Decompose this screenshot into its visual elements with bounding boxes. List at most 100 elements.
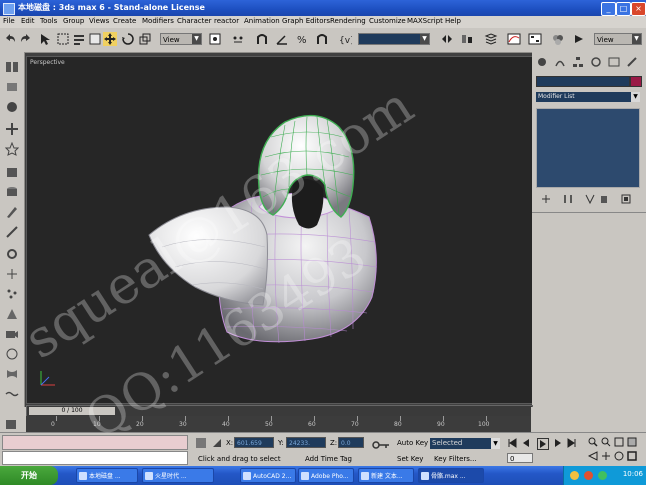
perspective-viewport[interactable]: Perspective — [26, 56, 533, 404]
zoom-all-icon[interactable] — [601, 437, 611, 447]
undo-icon[interactable] — [3, 32, 17, 46]
spinner-snap-icon[interactable] — [315, 32, 329, 46]
minimize-icon[interactable]: _ — [601, 2, 616, 16]
pivot-icon[interactable] — [208, 32, 222, 46]
next-frame-icon[interactable] — [553, 438, 563, 448]
reference-coordinate-dropdown[interactable]: View ▼ — [160, 33, 202, 45]
motion-tab-icon[interactable] — [590, 56, 602, 68]
key-filters-button[interactable]: Key Filters... — [434, 455, 477, 463]
menu-animation[interactable]: Animation — [244, 17, 280, 25]
taskbar-item-active[interactable]: 骨骼.max ... — [418, 468, 484, 483]
remove-modifier-icon[interactable] — [598, 193, 610, 205]
make-unique-icon[interactable] — [584, 193, 596, 205]
wand-icon[interactable] — [5, 225, 19, 239]
brush-icon[interactable] — [5, 205, 19, 219]
hierarchy-tab-icon[interactable] — [572, 56, 584, 68]
scale-icon[interactable] — [138, 32, 152, 46]
menu-create[interactable]: Create — [113, 17, 136, 25]
percent-snap-icon[interactable]: % — [295, 32, 309, 46]
track-bar[interactable]: 0 10 20 30 40 50 60 70 80 90 100 — [26, 416, 531, 432]
go-to-end-icon[interactable] — [567, 438, 577, 448]
edit-named-selection-icon[interactable]: {v} — [338, 32, 356, 46]
modifier-list-dropdown[interactable]: Modifier List ▼ — [536, 92, 640, 102]
maximize-icon[interactable]: □ — [616, 2, 631, 16]
clock[interactable]: 10:06 — [623, 470, 643, 478]
x-coordinate-field[interactable]: 601.659 — [234, 437, 274, 448]
move-icon[interactable] — [103, 32, 117, 46]
object-color-swatch[interactable] — [630, 76, 642, 87]
taskbar-item[interactable]: 新建 文本... — [358, 468, 414, 483]
taskbar-item[interactable]: 本地磁盘 ... — [76, 468, 138, 483]
select-by-name-icon[interactable] — [72, 32, 86, 46]
camera-icon[interactable] — [5, 327, 19, 341]
bone-icon[interactable] — [5, 267, 19, 281]
configure-sets-icon[interactable] — [620, 193, 632, 205]
pan-icon[interactable] — [601, 451, 611, 461]
material-editor-icon[interactable] — [551, 32, 565, 46]
object-name-field[interactable] — [536, 76, 630, 87]
reactor-icon[interactable] — [5, 347, 19, 361]
taskbar-item[interactable]: AutoCAD 2... — [240, 468, 296, 483]
pin-stack-icon[interactable] — [540, 193, 552, 205]
menu-group[interactable]: Group — [63, 17, 84, 25]
modify-tab-icon[interactable] — [554, 56, 566, 68]
named-selection-dropdown[interactable]: ▼ — [358, 33, 430, 45]
box-icon[interactable] — [5, 165, 19, 179]
utilities-tab-icon[interactable] — [626, 56, 638, 68]
close-icon[interactable]: × — [631, 2, 646, 16]
menu-graph-editors[interactable]: Graph Editors — [282, 17, 330, 25]
lock-selection-icon[interactable] — [196, 438, 206, 448]
rotate-icon[interactable] — [121, 32, 135, 46]
tray-icon[interactable] — [584, 471, 593, 480]
menu-views[interactable]: Views — [89, 17, 109, 25]
unlink-icon[interactable] — [5, 80, 19, 94]
maxscript-listener[interactable] — [2, 435, 188, 450]
taskbar-item[interactable]: Adobe Pho... — [298, 468, 354, 483]
menu-edit[interactable]: Edit — [21, 17, 35, 25]
maxscript-output[interactable] — [2, 451, 188, 465]
mirror-icon[interactable] — [440, 32, 454, 46]
cylinder-icon[interactable] — [5, 185, 19, 199]
gear-icon[interactable] — [5, 247, 19, 261]
play-icon[interactable] — [537, 438, 549, 450]
taskbar-item[interactable]: 火星时代 ... — [142, 468, 214, 483]
light-icon[interactable] — [5, 307, 19, 321]
cloth-icon[interactable] — [5, 367, 19, 381]
key-icon[interactable] — [372, 441, 390, 449]
modifier-stack[interactable] — [536, 108, 640, 188]
star-icon[interactable] — [4, 141, 20, 156]
show-end-result-icon[interactable] — [562, 193, 574, 205]
menu-customize[interactable]: Customize — [369, 17, 406, 25]
y-coordinate-field[interactable]: 24233. — [286, 437, 326, 448]
armor-model[interactable] — [27, 57, 532, 403]
absolute-mode-icon[interactable] — [212, 438, 222, 448]
schematic-view-icon[interactable] — [528, 32, 542, 46]
menu-modifiers[interactable]: Modifiers — [142, 17, 174, 25]
start-button[interactable]: 开始 — [0, 466, 58, 485]
render-type-dropdown[interactable]: View ▼ — [594, 33, 642, 45]
zoom-icon[interactable] — [588, 437, 598, 447]
bind-spacewarp-icon[interactable] — [5, 100, 19, 114]
go-to-start-icon[interactable] — [507, 438, 517, 448]
display-tab-icon[interactable] — [608, 56, 620, 68]
zoom-extents-icon[interactable] — [614, 437, 624, 447]
arc-rotate-icon[interactable] — [614, 451, 624, 461]
app-icon[interactable] — [3, 3, 15, 15]
layer-manager-icon[interactable] — [484, 32, 498, 46]
select-region-icon[interactable] — [56, 32, 70, 46]
water-icon[interactable] — [5, 387, 19, 401]
select-manipulate-icon[interactable] — [231, 32, 245, 46]
tray-icon[interactable] — [570, 471, 579, 480]
menu-rendering[interactable]: Rendering — [330, 17, 366, 25]
particle-icon[interactable] — [5, 287, 19, 301]
helper-icon[interactable] — [5, 122, 19, 136]
menu-character[interactable]: Character — [177, 17, 212, 25]
select-icon[interactable] — [38, 32, 52, 46]
mini-curve-editor-icon[interactable] — [6, 420, 16, 429]
menu-help[interactable]: Help — [445, 17, 461, 25]
z-coordinate-field[interactable]: 0.0 — [338, 437, 364, 448]
field-of-view-icon[interactable] — [587, 451, 598, 461]
zoom-extents-all-icon[interactable] — [627, 437, 637, 447]
current-frame-field[interactable]: 0 — [507, 453, 533, 463]
tray-icon[interactable] — [598, 471, 607, 480]
